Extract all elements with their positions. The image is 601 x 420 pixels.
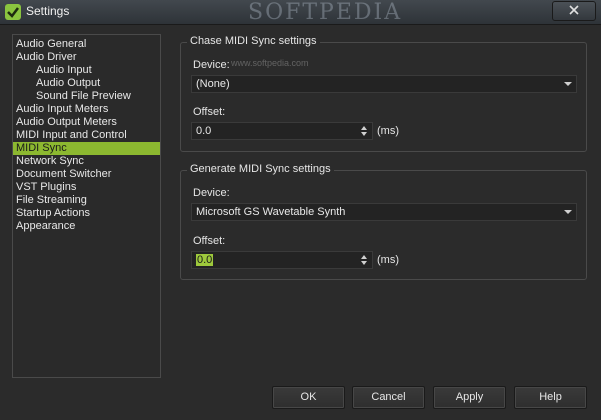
tree-item-audio-output[interactable]: Audio Output: [13, 77, 160, 90]
tree-item-audio-output-meters[interactable]: Audio Output Meters: [13, 116, 160, 129]
generate-group-title: Generate MIDI Sync settings: [187, 163, 334, 175]
apply-button[interactable]: Apply: [433, 386, 506, 409]
chase-offset-spinbox[interactable]: 0.0: [191, 122, 373, 140]
cancel-button[interactable]: Cancel: [352, 386, 425, 409]
tree-item-document-switcher[interactable]: Document Switcher: [13, 168, 160, 181]
window-title: Settings: [26, 4, 70, 18]
tree-item-sound-file-preview[interactable]: Sound File Preview: [13, 90, 160, 103]
tree-item-startup-actions[interactable]: Startup Actions: [13, 207, 160, 220]
chevron-down-icon: [564, 210, 572, 214]
chase-device-label: Device:: [193, 59, 230, 71]
app-icon: [5, 4, 21, 20]
watermark: SOFTPEDIA: [248, 0, 403, 25]
tree-item-audio-driver[interactable]: Audio Driver: [13, 51, 160, 64]
generate-offset-spinbox[interactable]: 0.0: [191, 251, 373, 269]
tree-item-midi-input-and-control[interactable]: MIDI Input and Control: [13, 129, 160, 142]
tree-item-audio-input[interactable]: Audio Input: [13, 64, 160, 77]
chase-offset-unit: (ms): [377, 125, 399, 137]
chase-device-select[interactable]: (None): [191, 75, 577, 93]
tree-item-network-sync[interactable]: Network Sync: [13, 155, 160, 168]
tree-item-audio-general[interactable]: Audio General: [13, 38, 160, 51]
tree-item-vst-plugins[interactable]: VST Plugins: [13, 181, 160, 194]
spin-arrows-icon[interactable]: [361, 125, 368, 137]
chase-device-value: (None): [196, 78, 230, 90]
tree-item-file-streaming[interactable]: File Streaming: [13, 194, 160, 207]
chase-group-title: Chase MIDI Sync settings: [187, 35, 320, 47]
chevron-down-icon: [564, 82, 572, 86]
close-button[interactable]: [552, 1, 596, 21]
chase-midi-sync-group: Chase MIDI Sync settings www.softpedia.c…: [180, 35, 587, 152]
generate-device-value: Microsoft GS Wavetable Synth: [196, 206, 346, 218]
settings-tree[interactable]: Audio General Audio Driver Audio Input Audi…: [12, 34, 161, 378]
watermark-url: www.softpedia.com: [231, 58, 309, 68]
generate-offset-unit: (ms): [377, 254, 399, 266]
chase-offset-label: Offset:: [193, 106, 226, 118]
generate-offset-label: Offset:: [193, 235, 226, 247]
title-bar: Settings SOFTPEDIA: [0, 0, 601, 25]
close-icon: [569, 4, 579, 18]
chase-offset-value: 0.0: [196, 125, 212, 137]
generate-offset-value: 0.0: [196, 254, 214, 266]
ok-button[interactable]: OK: [272, 386, 345, 409]
spin-arrows-icon[interactable]: [361, 254, 368, 266]
tree-item-midi-sync[interactable]: MIDI Sync: [13, 142, 160, 155]
generate-device-select[interactable]: Microsoft GS Wavetable Synth: [191, 203, 577, 221]
tree-item-audio-input-meters[interactable]: Audio Input Meters: [13, 103, 160, 116]
generate-midi-sync-group: Generate MIDI Sync settings Device: Micr…: [180, 163, 587, 280]
generate-device-label: Device:: [193, 187, 230, 199]
tree-item-appearance[interactable]: Appearance: [13, 220, 160, 233]
help-button[interactable]: Help: [514, 386, 587, 409]
